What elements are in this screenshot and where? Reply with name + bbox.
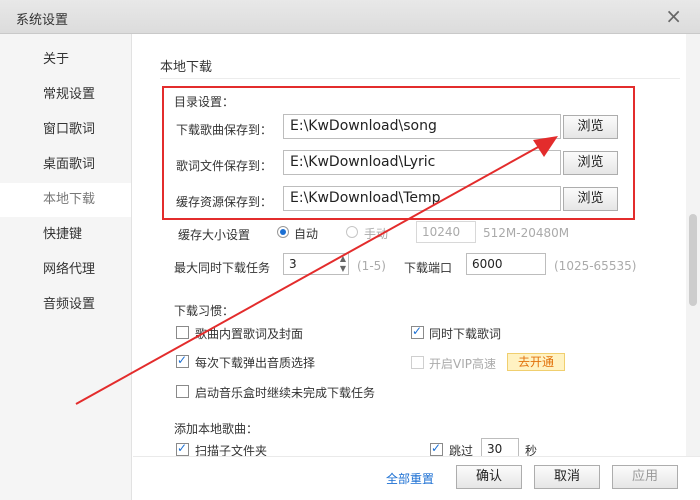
song-dir-browse-button[interactable]: 浏览: [563, 115, 618, 139]
confirm-button[interactable]: 确认: [456, 465, 522, 489]
sync-lyrics-label: 同时下载歌词: [429, 327, 502, 341]
skip-short-checkbox[interactable]: [430, 441, 443, 456]
scan-subfolders-checkbox[interactable]: [176, 441, 189, 456]
stepper-arrows-icon[interactable]: ▲ ▼: [340, 254, 346, 274]
resume-tasks-label: 启动音乐盒时继续未完成下载任务: [195, 386, 376, 400]
max-tasks-label: 最大同时下载任务: [174, 261, 271, 275]
cache-auto-label: 自动: [294, 227, 319, 241]
cache-dir-label: 缓存资源保存到：: [176, 195, 273, 209]
vip-fast-checkbox[interactable]: [411, 356, 424, 369]
max-tasks-range: (1-5): [357, 259, 386, 273]
sidebar-item-desktop-lyrics[interactable]: 桌面歌词: [0, 148, 131, 182]
embed-lyrics-label: 歌曲内置歌词及封面: [195, 327, 304, 341]
title-bar: 系统设置 ×: [0, 0, 700, 34]
song-dir-label: 下载歌曲保存到：: [176, 123, 273, 137]
sidebar-item-proxy[interactable]: 网络代理: [0, 253, 131, 287]
quality-popup-checkbox[interactable]: [176, 353, 189, 368]
scrollbar-thumb[interactable]: [689, 214, 697, 306]
max-tasks-value: 3: [289, 257, 297, 271]
embed-lyrics-checkbox[interactable]: [176, 326, 189, 339]
cache-manual-radio[interactable]: [346, 226, 358, 238]
cache-size-input[interactable]: 10240: [416, 221, 476, 243]
song-dir-input[interactable]: E:\KwDownload\song: [283, 114, 561, 139]
port-range: (1025-65535): [554, 259, 637, 273]
cache-manual-label: 手动: [364, 227, 389, 241]
sync-lyrics-checkbox[interactable]: [411, 324, 424, 339]
resume-tasks-checkbox[interactable]: [176, 385, 189, 398]
dir-group-label: 目录设置：: [174, 95, 235, 109]
lyric-dir-input[interactable]: E:\KwDownload\Lyric: [283, 150, 561, 175]
vip-fast-label: 开启VIP高速: [429, 357, 496, 371]
quality-popup-label: 每次下载弹出音质选择: [195, 356, 316, 370]
port-input[interactable]: 6000: [466, 253, 546, 275]
lyric-dir-label: 歌词文件保存到：: [176, 159, 273, 173]
sidebar-item-window-lyrics[interactable]: 窗口歌词: [0, 113, 131, 147]
cache-dir-browse-button[interactable]: 浏览: [563, 187, 618, 211]
cache-dir-input[interactable]: E:\KwDownload\Temp: [283, 186, 561, 211]
vip-activate-badge[interactable]: 去开通: [507, 353, 565, 371]
max-tasks-stepper[interactable]: 3 ▲ ▼: [283, 253, 349, 275]
section-divider: [160, 78, 680, 79]
add-local-label: 添加本地歌曲：: [174, 422, 259, 436]
sidebar-item-audio[interactable]: 音频设置: [0, 288, 131, 322]
cache-size-range: 512M-20480M: [483, 226, 570, 240]
window-title: 系统设置: [16, 13, 69, 28]
cache-auto-radio[interactable]: [277, 226, 289, 238]
close-icon[interactable]: ×: [665, 4, 682, 28]
lyric-dir-browse-button[interactable]: 浏览: [563, 151, 618, 175]
sidebar-item-general[interactable]: 常规设置: [0, 78, 131, 112]
sidebar-item-hotkeys[interactable]: 快捷键: [0, 218, 131, 252]
scrollbar[interactable]: [686, 34, 700, 456]
port-label: 下载端口: [404, 261, 453, 275]
apply-button[interactable]: 应用: [612, 465, 678, 489]
reset-all-link[interactable]: 全部重置: [386, 470, 434, 487]
habits-label: 下载习惯：: [174, 304, 235, 318]
sidebar-item-about[interactable]: 关于: [0, 43, 131, 77]
section-title: 本地下载: [160, 60, 213, 75]
cache-size-label: 缓存大小设置: [178, 228, 251, 242]
cancel-button[interactable]: 取消: [534, 465, 600, 489]
sidebar: 关于 常规设置 窗口歌词 桌面歌词 本地下载 快捷键 网络代理 音频设置: [0, 34, 132, 500]
sidebar-item-local-download[interactable]: 本地下载: [0, 183, 131, 217]
